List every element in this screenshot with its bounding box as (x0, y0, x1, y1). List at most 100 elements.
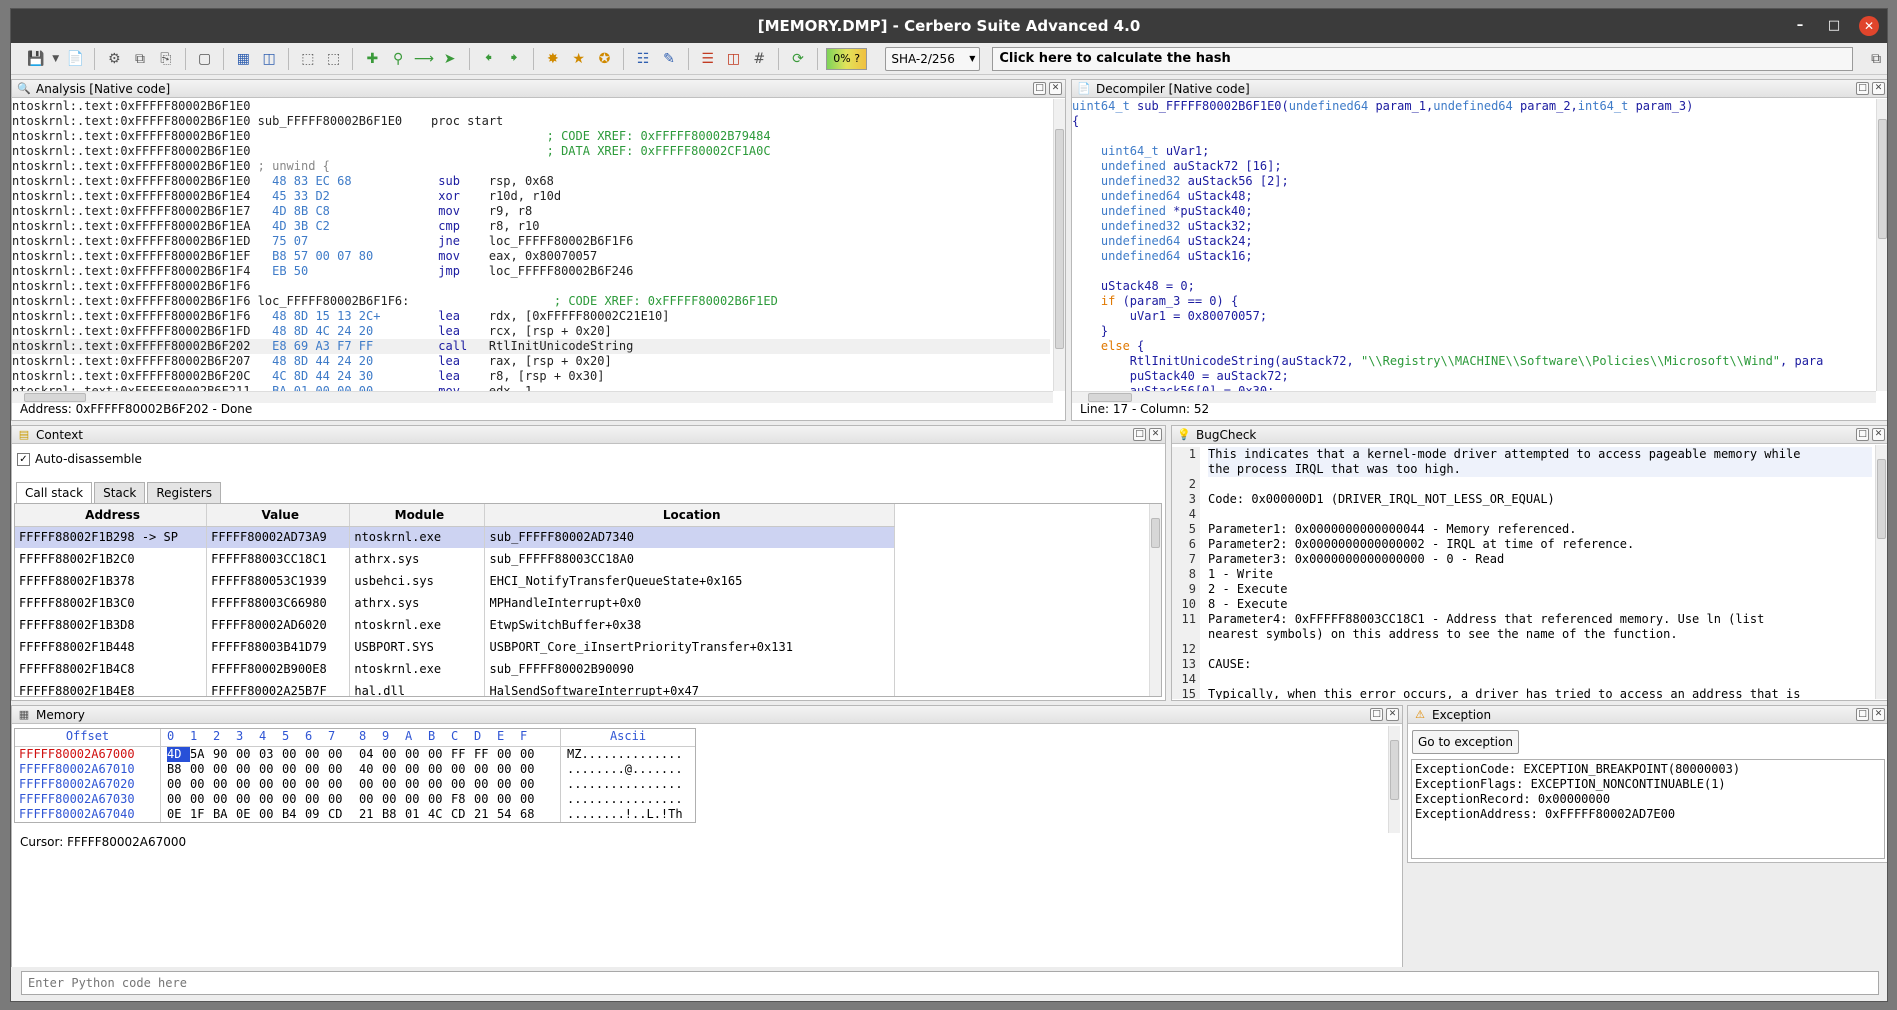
hex-byte[interactable]: 00 (497, 777, 520, 792)
disasm-line[interactable]: ntoskrnl:.text:0xFFFFF80002B6F1ED 75 07 … (12, 234, 1050, 249)
close-panel-icon[interactable]: ✕ (1386, 708, 1399, 721)
code-line[interactable]: uint64_t sub_FFFFF80002B6F1E0(undefined6… (1072, 99, 1875, 114)
paste-icon[interactable]: ⎘ (155, 48, 177, 70)
hex-byte[interactable]: 00 (167, 792, 190, 807)
hex-byte[interactable]: FF (451, 747, 474, 762)
auto-disassemble-checkbox[interactable]: ✓ (17, 452, 30, 466)
float-panel-icon[interactable]: □ (1033, 82, 1046, 95)
code-line[interactable]: undefined64 uStack16; (1072, 249, 1875, 264)
hex-byte[interactable]: 1F (190, 807, 213, 822)
hex-byte[interactable]: 00 (213, 777, 236, 792)
hex-byte[interactable]: 4C (428, 807, 451, 822)
code-line[interactable]: undefined32 uStack32; (1072, 219, 1875, 234)
hex-byte[interactable]: 00 (259, 792, 282, 807)
hash-icon[interactable]: # (748, 48, 770, 70)
minimize-icon[interactable]: – (1791, 9, 1809, 43)
hex-view[interactable]: Offset 0 1 2 3 4 5 6 7 8 9 A B C D E F Ascii FFFFF80002A67… (14, 728, 696, 823)
disasm-line[interactable]: ntoskrnl:.text:0xFFFFF80002B6F211 BA 01 … (12, 384, 1050, 391)
code-line[interactable]: undefined auStack72 [16]; (1072, 159, 1875, 174)
find-icon[interactable]: ⚲ (387, 48, 409, 70)
export-icon[interactable]: 📄 (65, 48, 87, 70)
bug-icon[interactable]: ✸ (542, 48, 564, 70)
exception-details[interactable]: ExceptionCode: EXCEPTION_BREAKPOINT(8000… (1411, 759, 1885, 859)
refresh-icon[interactable]: ⟳ (787, 48, 809, 70)
code-line[interactable]: undefined64 uStack48; (1072, 189, 1875, 204)
disassembly-view[interactable]: ntoskrnl:.text:0xFFFFF80002B6F1E0 ntoskrn… (12, 99, 1050, 391)
table-row[interactable]: FFFFF88002F1B378 FFFFF880053C1939 usbehci.… (15, 570, 895, 592)
hex-byte[interactable]: 00 (190, 762, 213, 777)
code-line[interactable] (1072, 129, 1875, 144)
hex-byte[interactable]: 68 (520, 807, 543, 822)
hex-byte[interactable]: 00 (359, 777, 382, 792)
hex-byte[interactable]: 00 (451, 762, 474, 777)
table-row[interactable]: FFFFF88002F1B3D8 FFFFF80002AD6020 ntoskrnl… (15, 614, 895, 636)
disasm-line[interactable]: ntoskrnl:.text:0xFFFFF80002B6F1F6 48 8D … (12, 309, 1050, 324)
hex-byte[interactable]: 00 (497, 762, 520, 777)
hex-byte[interactable]: 00 (305, 792, 328, 807)
code-line[interactable]: else { (1072, 339, 1875, 354)
hex-byte[interactable]: 00 (382, 777, 405, 792)
hex-byte[interactable]: FF (474, 747, 497, 762)
copy-hash-icon[interactable]: ⧉ (1865, 48, 1887, 70)
float-panel-icon[interactable]: □ (1370, 708, 1383, 721)
hex-byte[interactable]: 00 (259, 807, 282, 822)
column-header-address[interactable]: Address (15, 504, 208, 527)
hex-byte[interactable]: 00 (236, 747, 259, 762)
back-arrow-icon[interactable]: 🠸 (478, 48, 500, 70)
layout-icon[interactable]: ▦ (232, 48, 254, 70)
table-row[interactable]: FFFFF88002F1B3C0 FFFFF88003C66980 athrx.sy… (15, 592, 895, 614)
hex-byte[interactable]: 00 (382, 792, 405, 807)
float-panel-icon[interactable]: □ (1856, 428, 1869, 441)
disasm-line[interactable]: ntoskrnl:.text:0xFFFFF80002B6F1EA 4D 3B … (12, 219, 1050, 234)
column-header-module[interactable]: Module (349, 504, 486, 527)
close-panel-icon[interactable]: ✕ (1049, 82, 1062, 95)
hex-byte[interactable]: 00 (359, 792, 382, 807)
hex-byte[interactable]: 00 (259, 777, 282, 792)
forward-arrow-icon[interactable]: 🠺 (503, 48, 525, 70)
code-line[interactable]: if (param_3 == 0) { (1072, 294, 1875, 309)
code-line[interactable]: } (1072, 324, 1875, 339)
hex-byte[interactable]: 21 (359, 807, 382, 822)
column-header-location[interactable]: Location (484, 504, 895, 527)
save-icon[interactable]: 💾 (25, 48, 47, 70)
hex-byte[interactable]: F8 (451, 792, 474, 807)
close-panel-icon[interactable]: ✕ (1872, 428, 1885, 441)
bookmark-star-icon[interactable]: ✪ (594, 48, 616, 70)
hex-byte[interactable]: 00 (520, 747, 543, 762)
code-line[interactable]: uStack48 = 0; (1072, 279, 1875, 294)
hex-row[interactable]: FFFFF80002A67010 B8 00 00 00 00 00 00 00 40 00 00 00… (15, 762, 695, 777)
hex-byte[interactable]: 00 (405, 762, 428, 777)
python-input[interactable] (21, 971, 1879, 995)
hex-byte[interactable]: 00 (328, 792, 351, 807)
code-line[interactable]: uint64_t uVar1; (1072, 144, 1875, 159)
hex-byte[interactable]: 00 (305, 747, 328, 762)
hex-byte[interactable]: 00 (497, 792, 520, 807)
hex-byte[interactable]: 00 (428, 777, 451, 792)
vertical-scrollbar[interactable] (1876, 99, 1887, 391)
float-panel-icon[interactable]: □ (1856, 708, 1869, 721)
dropdown-arrow-icon[interactable]: ▼ (51, 48, 61, 70)
disasm-line[interactable]: ntoskrnl:.text:0xFFFFF80002B6F202 E8 69 … (12, 339, 1050, 354)
hex-byte[interactable]: 00 (190, 777, 213, 792)
tab-registers[interactable]: Registers (147, 482, 221, 504)
hex-byte[interactable]: B4 (282, 807, 305, 822)
hex-byte[interactable]: 00 (520, 792, 543, 807)
star-icon[interactable]: ★ (568, 48, 590, 70)
disasm-line[interactable]: ntoskrnl:.text:0xFFFFF80002B6F1E7 4D 8B … (12, 204, 1050, 219)
hex-byte[interactable]: 00 (428, 762, 451, 777)
layout-split-icon[interactable]: ◫ (258, 48, 280, 70)
select-icon[interactable]: ⬚ (297, 48, 319, 70)
hex-row[interactable]: FFFFF80002A67020 00 00 00 00 00 00 00 00 00 00 00 00… (15, 777, 695, 792)
hex-byte[interactable]: 00 (405, 777, 428, 792)
hex-byte[interactable]: 00 (474, 792, 497, 807)
disasm-line[interactable]: ntoskrnl:.text:0xFFFFF80002B6F1E0 ; CODE… (12, 129, 1050, 144)
hex-byte[interactable]: 4D (167, 747, 190, 762)
column-header-value[interactable]: Value (206, 504, 351, 527)
calculate-hash-button[interactable]: Click here to calculate the hash (992, 46, 1854, 71)
window-icon[interactable]: ▢ (194, 48, 216, 70)
bugcheck-text[interactable]: This indicates that a kernel-mode driver… (1208, 447, 1872, 699)
hex-byte[interactable]: 00 (328, 747, 351, 762)
code-line[interactable]: RtlInitUnicodeString(auStack72, "\\Regis… (1072, 354, 1875, 369)
float-panel-icon[interactable]: □ (1133, 428, 1146, 441)
hex-byte[interactable]: 00 (451, 777, 474, 792)
